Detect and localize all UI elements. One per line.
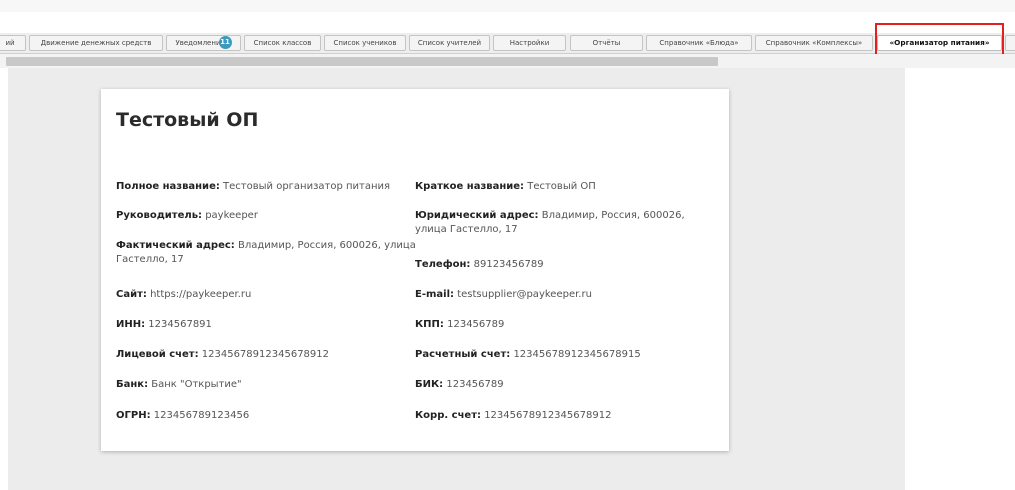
field-corr-account: Корр. счет: 12345678912345678912 bbox=[415, 409, 715, 423]
field-value: Тестовый организатор питания bbox=[219, 181, 391, 192]
tab-label: Настройки bbox=[509, 39, 550, 47]
field-label: Телефон: bbox=[415, 259, 471, 270]
field-email: E-mail: testsupplier@paykeeper.ru bbox=[415, 288, 715, 302]
field-bik: БИК: 123456789 bbox=[415, 378, 715, 392]
tab-next-truncated[interactable] bbox=[1005, 35, 1015, 51]
field-label: Расчетный счет: bbox=[415, 349, 511, 360]
field-value: 12345678912345678912 bbox=[481, 410, 612, 421]
field-label: КПП: bbox=[415, 319, 444, 330]
field-label: Юридический адрес: bbox=[415, 210, 539, 221]
field-label: Лицевой счет: bbox=[116, 349, 199, 360]
field-kpp: КПП: 123456789 bbox=[415, 318, 715, 332]
field-ogrn: ОГРН: 123456789123456 bbox=[116, 409, 416, 423]
scrollbar-thumb[interactable] bbox=[6, 57, 718, 66]
field-legal-address: Юридический адрес: Владимир, Россия, 600… bbox=[415, 209, 715, 237]
field-label: E-mail: bbox=[415, 289, 455, 300]
field-value: 123456789 bbox=[443, 379, 504, 390]
top-strip bbox=[0, 0, 1015, 12]
field-short-name: Краткое название: Тестовый ОП bbox=[415, 180, 715, 194]
field-label: Фактический адрес: bbox=[116, 240, 235, 251]
tab-bar: ий Движение денежных средств Уведомлени1… bbox=[0, 33, 1015, 54]
tab-students[interactable]: Список учеников bbox=[324, 35, 406, 51]
field-label: ИНН: bbox=[116, 319, 146, 330]
tab-label: Список учеников bbox=[333, 39, 397, 47]
field-value: 123456789123456 bbox=[150, 410, 250, 421]
organizer-card: Тестовый ОП Полное название: Тестовый ор… bbox=[101, 89, 729, 451]
field-label: Краткое название: bbox=[415, 181, 525, 192]
tab-label: Список учителей bbox=[417, 39, 482, 47]
tab-settings[interactable]: Настройки bbox=[493, 35, 566, 51]
page-title: Тестовый ОП bbox=[116, 109, 259, 131]
field-settlement-account: Расчетный счет: 12345678912345678915 bbox=[415, 348, 715, 362]
field-label: БИК: bbox=[415, 379, 444, 390]
tab-complexes-directory[interactable]: Справочник «Комплексы» bbox=[755, 35, 873, 51]
field-value: 12345678912345678912 bbox=[198, 349, 330, 360]
field-director: Руководитель: paykeeper bbox=[116, 209, 416, 223]
field-personal-account: Лицевой счет: 12345678912345678912 bbox=[116, 348, 416, 362]
tab-label: Справочник «Комплексы» bbox=[765, 39, 863, 47]
field-label: Корр. счет: bbox=[415, 410, 482, 421]
tab-label: Отчёты bbox=[592, 39, 621, 47]
notification-count-badge: 11 bbox=[218, 36, 232, 49]
tab-notifications[interactable]: Уведомлени11 bbox=[166, 35, 241, 51]
tab-cash-flow[interactable]: Движение денежных средств bbox=[29, 35, 163, 51]
tab-label: Движение денежных средств bbox=[40, 39, 152, 47]
field-value: Банк "Открытие" bbox=[148, 379, 242, 390]
field-label: Сайт: bbox=[116, 289, 147, 300]
field-value: https://paykeeper.ru bbox=[146, 289, 252, 300]
tab-truncated[interactable]: ий bbox=[0, 35, 26, 51]
field-value: paykeeper bbox=[202, 210, 258, 221]
field-value: 89123456789 bbox=[470, 259, 544, 270]
field-bank: Банк: Банк "Открытие" bbox=[116, 378, 416, 392]
tab-reports[interactable]: Отчёты bbox=[570, 35, 643, 51]
field-label: ОГРН: bbox=[116, 410, 151, 421]
right-panel bbox=[905, 68, 1015, 490]
tab-label: Список классов bbox=[253, 39, 312, 47]
tab-label: Справочник «Блюда» bbox=[659, 39, 739, 47]
field-label: Полное название: bbox=[116, 181, 220, 192]
field-phone: Телефон: 89123456789 bbox=[415, 258, 715, 272]
field-inn: ИНН: 1234567891 bbox=[116, 318, 416, 332]
field-value: Тестовый ОП bbox=[524, 181, 596, 192]
field-website: Сайт: https://paykeeper.ru bbox=[116, 288, 416, 302]
tab-classes[interactable]: Список классов bbox=[244, 35, 321, 51]
field-label: Руководитель: bbox=[116, 210, 203, 221]
field-value: 1234567891 bbox=[145, 319, 212, 330]
field-full-name: Полное название: Тестовый организатор пи… bbox=[116, 180, 416, 194]
tab-label: Уведомлени bbox=[175, 39, 221, 47]
field-value: 123456789 bbox=[443, 319, 505, 330]
tab-teachers[interactable]: Список учителей bbox=[409, 35, 490, 51]
field-value: 12345678912345678915 bbox=[510, 349, 641, 360]
tab-dishes-directory[interactable]: Справочник «Блюда» bbox=[646, 35, 752, 51]
field-label: Банк: bbox=[116, 379, 149, 390]
field-actual-address: Фактический адрес: Владимир, Россия, 600… bbox=[116, 239, 416, 267]
tab-label: ий bbox=[5, 39, 15, 47]
field-value: testsupplier@paykeeper.ru bbox=[454, 289, 592, 300]
